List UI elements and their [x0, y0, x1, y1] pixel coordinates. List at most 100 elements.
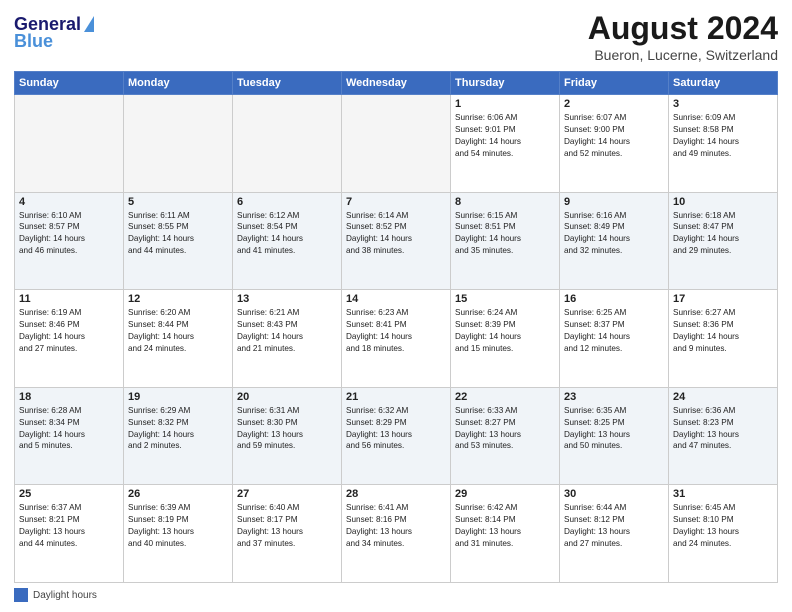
day-cell: 26 Sunrise: 6:39 AM Sunset: 8:19 PM Dayli…: [124, 485, 233, 583]
day-number: 6: [237, 196, 337, 208]
day-number: 31: [673, 488, 773, 500]
day-cell: 17 Sunrise: 6:27 AM Sunset: 8:36 PM Dayli…: [669, 290, 778, 388]
day-cell: 12 Sunrise: 6:20 AM Sunset: 8:44 PM Dayli…: [124, 290, 233, 388]
day-info: Sunrise: 6:21 AM Sunset: 8:43 PM Dayligh…: [237, 307, 337, 355]
day-cell: 20 Sunrise: 6:31 AM Sunset: 8:30 PM Dayli…: [233, 387, 342, 485]
day-cell: 19 Sunrise: 6:29 AM Sunset: 8:32 PM Dayli…: [124, 387, 233, 485]
day-info: Sunrise: 6:07 AM Sunset: 9:00 PM Dayligh…: [564, 112, 664, 160]
col-header-friday: Friday: [560, 72, 669, 95]
day-number: 2: [564, 98, 664, 110]
day-cell: [124, 95, 233, 193]
day-info: Sunrise: 6:15 AM Sunset: 8:51 PM Dayligh…: [455, 210, 555, 258]
logo: General Blue: [14, 10, 94, 52]
day-info: Sunrise: 6:24 AM Sunset: 8:39 PM Dayligh…: [455, 307, 555, 355]
week-row-5: 25 Sunrise: 6:37 AM Sunset: 8:21 PM Dayli…: [15, 485, 778, 583]
day-number: 23: [564, 391, 664, 403]
day-number: 17: [673, 293, 773, 305]
day-info: Sunrise: 6:28 AM Sunset: 8:34 PM Dayligh…: [19, 405, 119, 453]
day-number: 11: [19, 293, 119, 305]
legend-label: Daylight hours: [33, 590, 97, 601]
day-info: Sunrise: 6:11 AM Sunset: 8:55 PM Dayligh…: [128, 210, 228, 258]
day-info: Sunrise: 6:29 AM Sunset: 8:32 PM Dayligh…: [128, 405, 228, 453]
day-number: 3: [673, 98, 773, 110]
day-cell: 2 Sunrise: 6:07 AM Sunset: 9:00 PM Daylig…: [560, 95, 669, 193]
day-cell: 24 Sunrise: 6:36 AM Sunset: 8:23 PM Dayli…: [669, 387, 778, 485]
day-info: Sunrise: 6:41 AM Sunset: 8:16 PM Dayligh…: [346, 502, 446, 550]
day-number: 12: [128, 293, 228, 305]
day-cell: 30 Sunrise: 6:44 AM Sunset: 8:12 PM Dayli…: [560, 485, 669, 583]
col-header-sunday: Sunday: [15, 72, 124, 95]
logo-blue-text: Blue: [14, 31, 53, 52]
day-cell: 23Sunrise: 6:35 AM Sunset: 8:25 PM Dayli…: [560, 387, 669, 485]
day-number: 26: [128, 488, 228, 500]
day-info: Sunrise: 6:06 AM Sunset: 9:01 PM Dayligh…: [455, 112, 555, 160]
day-number: 24: [673, 391, 773, 403]
day-cell: 14Sunrise: 6:23 AM Sunset: 8:41 PM Dayli…: [342, 290, 451, 388]
day-cell: 16 Sunrise: 6:25 AM Sunset: 8:37 PM Dayli…: [560, 290, 669, 388]
day-number: 13: [237, 293, 337, 305]
day-number: 9: [564, 196, 664, 208]
week-row-4: 18 Sunrise: 6:28 AM Sunset: 8:34 PM Dayli…: [15, 387, 778, 485]
day-cell: 10 Sunrise: 6:18 AM Sunset: 8:47 PM Dayli…: [669, 192, 778, 290]
day-info: Sunrise: 6:18 AM Sunset: 8:47 PM Dayligh…: [673, 210, 773, 258]
header: General Blue August 2024 Bueron, Lucerne…: [14, 10, 778, 63]
day-cell: 22 Sunrise: 6:33 AM Sunset: 8:27 PM Dayli…: [451, 387, 560, 485]
day-info: Sunrise: 6:36 AM Sunset: 8:23 PM Dayligh…: [673, 405, 773, 453]
day-info: Sunrise: 6:27 AM Sunset: 8:36 PM Dayligh…: [673, 307, 773, 355]
day-info: Sunrise: 6:37 AM Sunset: 8:21 PM Dayligh…: [19, 502, 119, 550]
day-cell: 15Sunrise: 6:24 AM Sunset: 8:39 PM Dayli…: [451, 290, 560, 388]
day-cell: 3Sunrise: 6:09 AM Sunset: 8:58 PM Daylig…: [669, 95, 778, 193]
day-number: 28: [346, 488, 446, 500]
day-cell: [15, 95, 124, 193]
day-cell: 1Sunrise: 6:06 AM Sunset: 9:01 PM Daylig…: [451, 95, 560, 193]
day-number: 16: [564, 293, 664, 305]
day-cell: 13 Sunrise: 6:21 AM Sunset: 8:43 PM Dayli…: [233, 290, 342, 388]
week-row-3: 11 Sunrise: 6:19 AM Sunset: 8:46 PM Dayli…: [15, 290, 778, 388]
day-number: 7: [346, 196, 446, 208]
day-cell: 27Sunrise: 6:40 AM Sunset: 8:17 PM Dayli…: [233, 485, 342, 583]
day-number: 21: [346, 391, 446, 403]
calendar-header-row: SundayMondayTuesdayWednesdayThursdayFrid…: [15, 72, 778, 95]
day-info: Sunrise: 6:44 AM Sunset: 8:12 PM Dayligh…: [564, 502, 664, 550]
day-cell: 18 Sunrise: 6:28 AM Sunset: 8:34 PM Dayli…: [15, 387, 124, 485]
day-info: Sunrise: 6:19 AM Sunset: 8:46 PM Dayligh…: [19, 307, 119, 355]
col-header-monday: Monday: [124, 72, 233, 95]
day-number: 8: [455, 196, 555, 208]
day-info: Sunrise: 6:42 AM Sunset: 8:14 PM Dayligh…: [455, 502, 555, 550]
day-info: Sunrise: 6:14 AM Sunset: 8:52 PM Dayligh…: [346, 210, 446, 258]
day-info: Sunrise: 6:40 AM Sunset: 8:17 PM Dayligh…: [237, 502, 337, 550]
day-cell: 31Sunrise: 6:45 AM Sunset: 8:10 PM Dayli…: [669, 485, 778, 583]
day-cell: 21Sunrise: 6:32 AM Sunset: 8:29 PM Dayli…: [342, 387, 451, 485]
day-number: 20: [237, 391, 337, 403]
page: General Blue August 2024 Bueron, Lucerne…: [0, 0, 792, 612]
day-info: Sunrise: 6:16 AM Sunset: 8:49 PM Dayligh…: [564, 210, 664, 258]
col-header-tuesday: Tuesday: [233, 72, 342, 95]
day-number: 4: [19, 196, 119, 208]
day-info: Sunrise: 6:25 AM Sunset: 8:37 PM Dayligh…: [564, 307, 664, 355]
week-row-2: 4Sunrise: 6:10 AM Sunset: 8:57 PM Daylig…: [15, 192, 778, 290]
legend-color-box: [14, 588, 28, 602]
day-info: Sunrise: 6:33 AM Sunset: 8:27 PM Dayligh…: [455, 405, 555, 453]
day-number: 22: [455, 391, 555, 403]
day-cell: 29 Sunrise: 6:42 AM Sunset: 8:14 PM Dayli…: [451, 485, 560, 583]
day-cell: [342, 95, 451, 193]
day-cell: 5Sunrise: 6:11 AM Sunset: 8:55 PM Daylig…: [124, 192, 233, 290]
day-number: 25: [19, 488, 119, 500]
day-number: 29: [455, 488, 555, 500]
day-info: Sunrise: 6:20 AM Sunset: 8:44 PM Dayligh…: [128, 307, 228, 355]
day-cell: 25 Sunrise: 6:37 AM Sunset: 8:21 PM Dayli…: [15, 485, 124, 583]
col-header-thursday: Thursday: [451, 72, 560, 95]
col-header-wednesday: Wednesday: [342, 72, 451, 95]
day-info: Sunrise: 6:23 AM Sunset: 8:41 PM Dayligh…: [346, 307, 446, 355]
day-number: 19: [128, 391, 228, 403]
day-number: 10: [673, 196, 773, 208]
calendar-title: August 2024: [588, 10, 778, 47]
calendar-table: SundayMondayTuesdayWednesdayThursdayFrid…: [14, 71, 778, 583]
day-number: 30: [564, 488, 664, 500]
day-info: Sunrise: 6:31 AM Sunset: 8:30 PM Dayligh…: [237, 405, 337, 453]
day-info: Sunrise: 6:39 AM Sunset: 8:19 PM Dayligh…: [128, 502, 228, 550]
day-cell: 8 Sunrise: 6:15 AM Sunset: 8:51 PM Daylig…: [451, 192, 560, 290]
day-cell: 11 Sunrise: 6:19 AM Sunset: 8:46 PM Dayli…: [15, 290, 124, 388]
day-cell: [233, 95, 342, 193]
day-number: 18: [19, 391, 119, 403]
